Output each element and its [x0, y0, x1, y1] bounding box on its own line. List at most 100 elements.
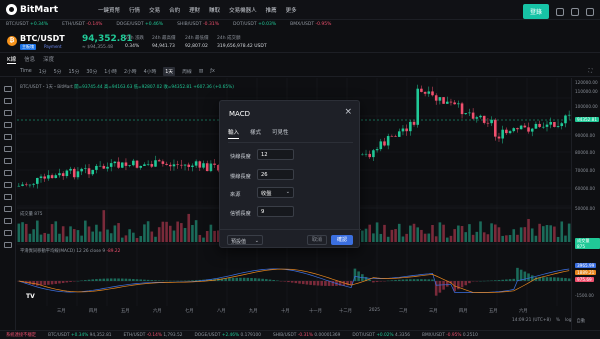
trash-icon[interactable]	[4, 242, 12, 248]
interval-30m[interactable]: 30分	[86, 68, 97, 75]
price-tick: 110000.00	[575, 89, 598, 94]
confirm-button[interactable]: 確認	[331, 235, 353, 245]
tab-kline[interactable]: K線	[7, 55, 17, 64]
chart-tabs: K線 信息 深度	[0, 53, 600, 65]
nav-item-bots[interactable]: 交易機器人	[229, 6, 257, 14]
macd-histogram-bar	[390, 280, 394, 281]
interval-1d[interactable]: 1天	[163, 66, 176, 76]
nav-item-earn[interactable]: 理財	[189, 6, 200, 14]
scale-log[interactable]: log	[565, 318, 572, 324]
price-axis[interactable]: 120000.00 110000.00 100000.00 94352.81 9…	[571, 78, 600, 330]
chart-type-icon[interactable]: ▥	[199, 69, 204, 74]
nav-item-futures[interactable]: 合約	[169, 6, 180, 14]
nav-item-markets[interactable]: 行情	[129, 6, 140, 14]
volume-bar	[530, 228, 534, 242]
footer-ticker[interactable]: BTC/USDT +0.34% 94,352.81	[48, 333, 111, 338]
download-icon[interactable]	[556, 7, 564, 16]
brush-icon[interactable]	[4, 146, 12, 152]
trendline-icon[interactable]	[4, 98, 12, 104]
macd-histogram-bar	[242, 277, 246, 281]
macd-histogram-bar	[508, 279, 512, 281]
interval-1h[interactable]: 1小時	[104, 68, 117, 75]
volume-bar	[453, 229, 456, 242]
macd-histogram-bar	[553, 277, 556, 281]
close-icon[interactable]: ×	[344, 108, 352, 117]
signal-length-input[interactable]: 9	[257, 206, 294, 217]
channel-icon[interactable]	[4, 122, 12, 128]
source-select[interactable]: 收盤 ⌄	[257, 187, 294, 198]
tab-inputs[interactable]: 輸入	[228, 128, 240, 139]
logo[interactable]: BitMart	[6, 4, 58, 15]
magnet-icon[interactable]	[4, 206, 12, 212]
tab-visibility[interactable]: 可見性	[272, 128, 289, 139]
candle-body	[91, 169, 95, 175]
interval-2h[interactable]: 2小時	[124, 68, 137, 75]
candle-body	[165, 163, 168, 165]
interval-time[interactable]: Time	[20, 69, 32, 74]
globe-icon[interactable]	[571, 7, 579, 16]
scale-auto[interactable]: 自動	[577, 318, 586, 324]
tab-info[interactable]: 信息	[24, 55, 35, 63]
footer-ticker[interactable]: DOGE/USDT +2.46% 0.179100	[194, 333, 261, 338]
footer-ticker[interactable]: BMX/USDT -0.95% 0.2510	[422, 333, 478, 338]
candle-body	[449, 101, 453, 103]
footer-ticker[interactable]: SHIB/USDT -0.31% 0.00001369	[273, 333, 340, 338]
candle-body	[416, 88, 420, 125]
lock-icon[interactable]	[4, 218, 12, 224]
crosshair-icon[interactable]	[4, 86, 12, 92]
zoom-icon[interactable]	[4, 194, 12, 200]
fib-icon[interactable]	[4, 134, 12, 140]
ticker-item[interactable]: DOT/USDT +0.03%	[233, 22, 276, 27]
pair-selector[interactable]: BTC/USDT	[20, 34, 65, 43]
nav-item-rewards[interactable]: 賺取	[209, 6, 220, 14]
volume-bar	[434, 236, 438, 242]
preset-dropdown[interactable]: 預設值 ⌄	[227, 235, 263, 245]
time-tick: 十月	[281, 309, 290, 314]
ticker-item[interactable]: BMX/USDT -0.95%	[290, 22, 331, 27]
nav-item-more[interactable]: 更多	[286, 6, 297, 14]
tab-depth[interactable]: 深度	[43, 55, 54, 63]
nav-item-trade[interactable]: 交易	[149, 6, 160, 14]
candle-body	[534, 123, 538, 129]
interval-1w[interactable]: 周線	[182, 68, 192, 75]
footer-ticker[interactable]: DOT/USDT +0.02% 4.3356	[352, 333, 410, 338]
nav-item-referral[interactable]: 推薦	[266, 6, 277, 14]
nav-item-buy[interactable]: 一鍵買幣	[98, 6, 120, 14]
macd-histogram-bar	[405, 279, 408, 281]
ticker-item[interactable]: ETH/USDT -0.14%	[62, 22, 102, 27]
text-icon[interactable]	[4, 158, 12, 164]
fast-length-input[interactable]: 12	[257, 149, 294, 160]
time-tick: 六月	[153, 309, 162, 314]
time-tick: 2025	[369, 308, 380, 313]
slow-length-input[interactable]: 26	[257, 169, 294, 180]
footer-ticker[interactable]: ETH/USDT -0.14% 1,793.52	[124, 333, 183, 338]
volume-tag: 成交量 875	[575, 238, 600, 249]
volume-bar	[549, 225, 552, 242]
pattern-icon[interactable]	[4, 170, 12, 176]
fullscreen-icon[interactable]: ⛶	[589, 68, 592, 74]
eye-icon[interactable]	[4, 230, 12, 236]
settings-icon[interactable]	[586, 7, 594, 16]
volume-bar	[109, 233, 113, 242]
price-tick: 80000.00	[575, 150, 595, 155]
volume-bar	[191, 225, 194, 242]
measure-icon[interactable]	[4, 182, 12, 188]
volume-bar	[431, 224, 434, 242]
candle-body	[205, 163, 209, 172]
cancel-button[interactable]: 取消	[307, 235, 327, 245]
tab-style[interactable]: 樣式	[250, 128, 261, 139]
ticker-item[interactable]: SHIB/USDT -0.31%	[177, 22, 219, 27]
scale-percent[interactable]: %	[556, 318, 560, 324]
ticker-item[interactable]: DOGE/USDT +0.46%	[116, 22, 163, 27]
interval-15m[interactable]: 15分	[68, 68, 79, 75]
interval-4h[interactable]: 4小時	[144, 68, 157, 75]
volume-bar	[375, 222, 379, 242]
interval-1m[interactable]: 1分	[39, 68, 47, 75]
time-axis[interactable]: 三月 四月 五月 六月 七月 八月 九月 十月 十一月 十二月 2025 二月 …	[17, 306, 571, 316]
login-button[interactable]: 登錄	[522, 4, 549, 19]
ticker-item[interactable]: BTC/USDT +0.34%	[6, 22, 48, 27]
tradingview-watermark: TV	[26, 293, 35, 300]
indicators-icon[interactable]: ƒx	[210, 69, 215, 74]
horizontal-line-icon[interactable]	[4, 110, 12, 116]
interval-5m[interactable]: 5分	[54, 68, 62, 75]
